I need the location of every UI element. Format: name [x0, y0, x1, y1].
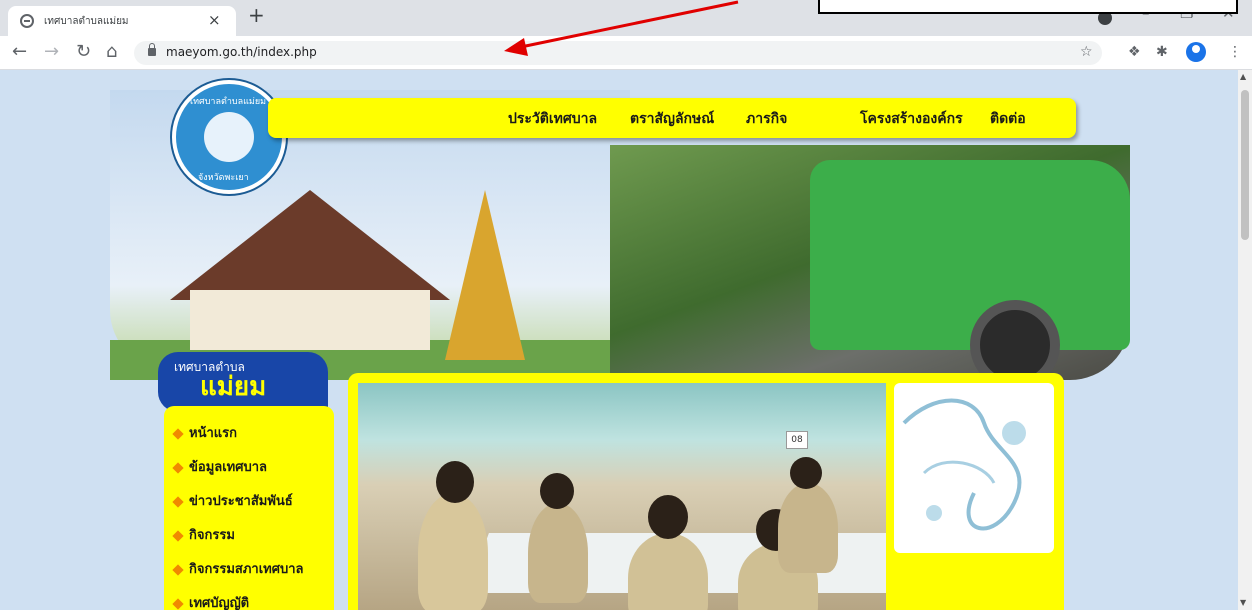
slideshow-frame: 08: [348, 373, 1064, 610]
water-truck: [810, 160, 1130, 350]
sidebar-item-label: กิจกรรม: [189, 528, 235, 543]
scroll-up-icon[interactable]: ▲: [1240, 72, 1246, 81]
diamond-bullet-icon: [172, 529, 184, 542]
sidebar-item-label: ข้อมูลเทศบาล: [189, 460, 268, 475]
person: [418, 493, 488, 610]
golden-stupa: [445, 190, 525, 360]
tab-close-button[interactable]: ×: [208, 11, 221, 29]
person-head: [436, 461, 474, 503]
star-icon[interactable]: ☆: [1080, 44, 1093, 60]
globe-icon: [20, 14, 34, 28]
temple-hall: [190, 290, 430, 350]
lock-icon[interactable]: [148, 43, 156, 56]
meeting-photo[interactable]: 08: [358, 383, 886, 610]
extension-icon[interactable]: ❖: [1128, 44, 1141, 60]
url-text[interactable]: maeyom.go.th/index.php: [166, 45, 317, 59]
person: [778, 483, 838, 573]
person-head: [648, 495, 688, 539]
menu-contact[interactable]: ติดต่อ: [990, 108, 1026, 130]
browser-tab[interactable]: เทศบาลตำบลแม่ยม ×: [8, 6, 236, 36]
person: [528, 503, 588, 603]
menu-history[interactable]: ประวัติเทศบาล: [508, 108, 597, 130]
sidebar-item-label: กิจกรรมสภาเทศบาล: [189, 562, 304, 577]
sidebar-item-ordinance[interactable]: เทศบัญญัติ: [172, 592, 250, 610]
reload-icon[interactable]: ↻: [76, 41, 91, 62]
sidebar-item-label: เทศบัญญัติ: [189, 596, 250, 610]
logo-emblem: [204, 112, 254, 162]
kebab-menu-icon[interactable]: ⋮: [1228, 44, 1242, 60]
browser-toolbar: ← → ↻ ⌂ maeyom.go.th/index.php ☆ ❖ ✱ ⋮: [0, 36, 1252, 70]
scroll-down-icon[interactable]: ▼: [1240, 598, 1246, 607]
sidebar-item-council[interactable]: กิจกรรมสภาเทศบาล: [172, 558, 304, 579]
sidebar-item-home[interactable]: หน้าแรก: [172, 422, 237, 443]
ribbon-big-text: แม่ยม: [200, 372, 267, 402]
main-menu: ประวัติเทศบาล ตราสัญลักษณ์ ภารกิจ โครงสร…: [268, 98, 1076, 138]
sidebar-ribbon: เทศบาลตำบล แม่ยม: [158, 352, 328, 412]
diamond-bullet-icon: [172, 597, 184, 610]
logo-text-top: เทศบาลตำบลแม่ยม: [190, 97, 267, 107]
diamond-bullet-icon: [172, 495, 184, 508]
sidebar-item-activities[interactable]: กิจกรรม: [172, 524, 235, 545]
decorative-card: [894, 383, 1054, 553]
sidebar-item-label: ข่าวประชาสัมพันธ์: [189, 494, 293, 509]
municipality-logo[interactable]: เทศบาลตำบลแม่ยม จังหวัดพะเยา: [172, 80, 286, 194]
diamond-bullet-icon: [172, 427, 184, 440]
back-arrow-icon[interactable]: ←: [12, 41, 27, 62]
sidebar-item-news[interactable]: ข่าวประชาสัมพันธ์: [172, 490, 293, 511]
tab-title: เทศบาลตำบลแม่ยม: [44, 16, 129, 27]
new-tab-button[interactable]: +: [248, 3, 265, 27]
page-viewport: เทศบาลตำบลแม่ยม จังหวัดพะเยา ประวัติเทศบ…: [0, 70, 1238, 610]
menu-mission[interactable]: ภารกิจ: [746, 108, 787, 130]
menu-structure[interactable]: โครงสร้างองค์กร: [860, 108, 963, 130]
home-icon[interactable]: ⌂: [106, 41, 117, 62]
sidebar-menu: หน้าแรก ข้อมูลเทศบาล ข่าวประชาสัมพันธ์ ก…: [164, 406, 334, 610]
diamond-bullet-icon: [172, 563, 184, 576]
puzzle-icon[interactable]: ✱: [1156, 44, 1168, 60]
profile-avatar[interactable]: [1186, 42, 1206, 62]
temple-roof: [170, 190, 450, 300]
slide-counter: 08: [786, 431, 808, 449]
page-scrollbar[interactable]: ▲ ▼: [1238, 70, 1252, 610]
sidebar-item-label: หน้าแรก: [189, 426, 237, 441]
swirl-ornament-icon: [902, 398, 1026, 531]
person-head: [790, 457, 822, 489]
person-head: [540, 473, 574, 509]
forward-arrow-icon[interactable]: →: [44, 41, 59, 62]
address-bar[interactable]: maeyom.go.th/index.php ☆: [134, 41, 1102, 65]
annotation-box: [818, 0, 1238, 14]
scroll-thumb[interactable]: [1241, 90, 1249, 240]
menu-emblem[interactable]: ตราสัญลักษณ์: [630, 108, 714, 130]
sidebar-item-info[interactable]: ข้อมูลเทศบาล: [172, 456, 268, 477]
logo-text-bottom: จังหวัดพะเยา: [198, 173, 249, 183]
diamond-bullet-icon: [172, 461, 184, 474]
